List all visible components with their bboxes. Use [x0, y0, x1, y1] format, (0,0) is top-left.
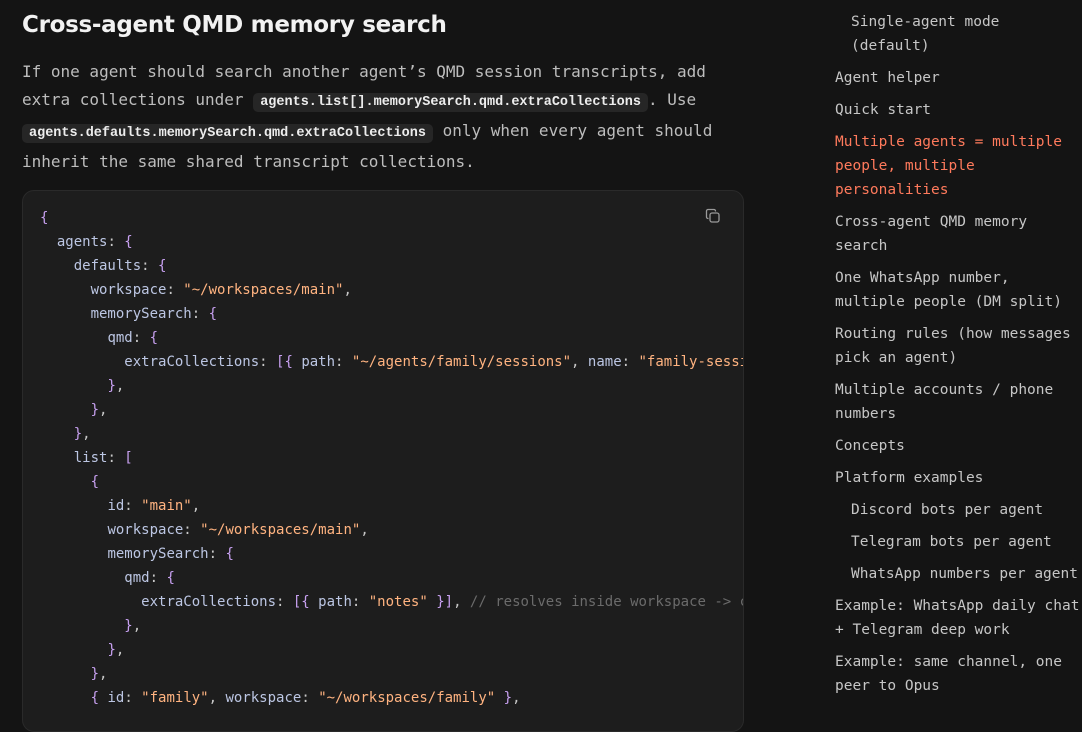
- code-line: defaults: {: [73, 258, 167, 274]
- code-line: },: [90, 666, 108, 682]
- toc-item[interactable]: Concepts: [835, 434, 1082, 458]
- code-line: { id: "family", workspace: "~/workspaces…: [90, 690, 521, 706]
- code-line: qmd: {: [124, 570, 175, 586]
- code-line: extraCollections: [{ path: "notes" }], /…: [141, 594, 743, 610]
- code-line: },: [73, 426, 91, 442]
- code-line: memorySearch: {: [90, 306, 218, 322]
- toc-item[interactable]: Routing rules (how messages pick an agen…: [835, 322, 1082, 370]
- code-line: },: [107, 642, 125, 658]
- inline-code-list-extra-collections: agents.list[].memorySearch.qmd.extraColl…: [253, 93, 648, 112]
- toc-item[interactable]: WhatsApp numbers per agent: [835, 562, 1082, 586]
- table-of-contents: Single-agent mode (default) Agent helper Q…: [835, 10, 1082, 706]
- toc-item[interactable]: Quick start: [835, 98, 1082, 122]
- code-line: {: [90, 474, 100, 490]
- code-line: memorySearch: {: [107, 546, 234, 562]
- section-paragraph: If one agent should search another agent…: [22, 62, 713, 171]
- code-line: },: [90, 402, 108, 418]
- code-line: qmd: {: [107, 330, 159, 346]
- toc-item[interactable]: Single-agent mode (default): [835, 10, 1082, 58]
- section-heading: Cross-agent QMD memory search: [22, 12, 447, 38]
- toc-item[interactable]: Discord bots per agent: [835, 498, 1082, 522]
- toc-item[interactable]: Cross-agent QMD memory search: [835, 210, 1082, 258]
- toc-item[interactable]: Telegram bots per agent: [835, 530, 1082, 554]
- toc-item[interactable]: Platform examples: [835, 466, 1082, 490]
- toc-item[interactable]: Example: WhatsApp daily chat + Telegram …: [835, 594, 1082, 642]
- toc-item[interactable]: Agent helper: [835, 66, 1082, 90]
- toc-item[interactable]: Multiple accounts / phone numbers: [835, 378, 1082, 426]
- code-line: workspace: "~/workspaces/main",: [90, 282, 352, 298]
- code-line: id: "main",: [107, 498, 201, 514]
- toc-item[interactable]: Example: same channel, one peer to Opus: [835, 650, 1082, 698]
- code-line: extraCollections: [{ path: "~/agents/fam…: [124, 354, 743, 370]
- inline-code-defaults-extra-collections: agents.defaults.memorySearch.qmd.extraCo…: [22, 124, 433, 143]
- code-line: },: [107, 378, 125, 394]
- code-line: list: [: [73, 450, 133, 466]
- code-line: workspace: "~/workspaces/main",: [107, 522, 369, 538]
- code-line: },: [124, 618, 142, 634]
- toc-item[interactable]: Multiple agents = multiple people, multi…: [835, 130, 1082, 202]
- code-line: {: [40, 210, 49, 226]
- toc-item[interactable]: One WhatsApp number, multiple people (DM…: [835, 266, 1082, 314]
- code-block: { agents: { defaults: { workspace: "~/wo…: [22, 190, 744, 732]
- code-content: { agents: { defaults: { workspace: "~/wo…: [40, 206, 743, 710]
- code-line: agents: {: [56, 234, 133, 250]
